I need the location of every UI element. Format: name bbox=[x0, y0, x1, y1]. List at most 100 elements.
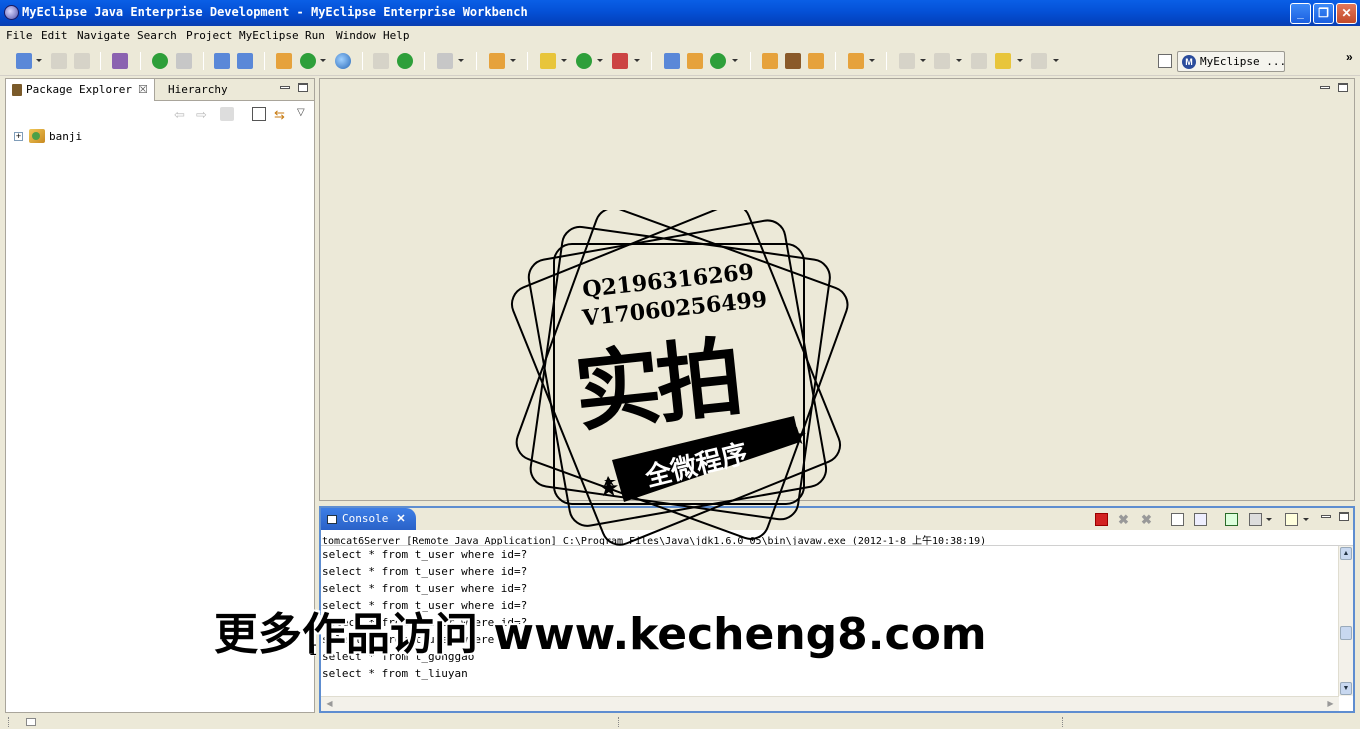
back-dropdown-arrow-icon[interactable] bbox=[1017, 59, 1023, 62]
console-horizontal-scrollbar[interactable]: ◀ ▶ bbox=[321, 696, 1339, 711]
add-icon[interactable] bbox=[397, 53, 413, 69]
open-type-icon[interactable] bbox=[489, 53, 505, 69]
server-icon[interactable] bbox=[176, 53, 192, 69]
terminate-icon[interactable] bbox=[1095, 513, 1108, 526]
menu-navigate[interactable]: Navigate bbox=[77, 29, 130, 42]
external-tools-icon[interactable] bbox=[612, 53, 628, 69]
toolbar-overflow-chevron-icon[interactable]: » bbox=[1346, 50, 1353, 64]
new-java-project-icon[interactable] bbox=[664, 53, 680, 69]
menu-run[interactable]: Run bbox=[305, 29, 325, 42]
perspective-switcher[interactable]: M MyEclipse ... bbox=[1177, 51, 1286, 72]
forward-icon[interactable] bbox=[373, 53, 389, 69]
scroll-lock-icon[interactable] bbox=[1194, 513, 1207, 526]
fast-view-icon[interactable] bbox=[26, 718, 36, 726]
link-with-editor-icon[interactable]: ⇆ bbox=[274, 107, 288, 122]
tab-label: Hierarchy bbox=[168, 83, 228, 96]
menu-window[interactable]: Window bbox=[336, 29, 376, 42]
deploy-icon[interactable] bbox=[152, 53, 168, 69]
db-browser-icon[interactable] bbox=[237, 53, 253, 69]
minimize-console-icon[interactable] bbox=[1321, 515, 1331, 518]
save-icon[interactable] bbox=[51, 53, 67, 69]
forward-icon[interactable]: ⇨ bbox=[196, 107, 210, 122]
open-task-icon[interactable] bbox=[762, 53, 778, 69]
new-dropdown-arrow-icon[interactable] bbox=[36, 59, 42, 62]
toolbar-separator bbox=[203, 52, 204, 70]
scroll-right-icon[interactable]: ▶ bbox=[1324, 698, 1337, 710]
debug-dropdown-arrow-icon[interactable] bbox=[561, 59, 567, 62]
next-annotation-icon[interactable] bbox=[899, 53, 915, 69]
menu-file[interactable]: File bbox=[6, 29, 33, 42]
remove-launch-icon[interactable]: ✖ bbox=[1118, 513, 1131, 526]
open-console-dropdown-arrow-icon[interactable] bbox=[1303, 518, 1309, 521]
menu-myeclipse[interactable]: MyEclipse bbox=[239, 29, 299, 42]
tab-package-explorer[interactable]: Package Explorer ☒ bbox=[6, 79, 155, 101]
prev-annotation-icon[interactable] bbox=[934, 53, 950, 69]
open-console-icon[interactable] bbox=[1285, 513, 1298, 526]
back-arrow-icon[interactable] bbox=[995, 53, 1011, 69]
hammer-icon[interactable] bbox=[785, 53, 801, 69]
run-dropdown-arrow-icon[interactable] bbox=[597, 59, 603, 62]
expand-icon[interactable]: + bbox=[14, 131, 23, 141]
console-line: select * from t_user where id=? bbox=[322, 633, 528, 646]
package-icon[interactable] bbox=[112, 53, 128, 69]
status-separator bbox=[8, 717, 11, 727]
console-vertical-scrollbar[interactable]: ▲ ▼ bbox=[1338, 546, 1353, 696]
open-type-dropdown-arrow-icon[interactable] bbox=[510, 59, 516, 62]
run-server-icon[interactable] bbox=[300, 53, 316, 69]
last-edit-icon[interactable] bbox=[971, 53, 987, 69]
view-menu-icon[interactable]: ▽ bbox=[297, 107, 311, 121]
monitor-dropdown-arrow-icon[interactable] bbox=[458, 59, 464, 62]
external-tools-dropdown-arrow-icon[interactable] bbox=[634, 59, 640, 62]
new-class-dropdown-arrow-icon[interactable] bbox=[732, 59, 738, 62]
tab-close-icon[interactable]: ✕ bbox=[396, 512, 405, 525]
back-icon[interactable]: ⇦ bbox=[174, 107, 188, 122]
debug-icon[interactable] bbox=[540, 53, 556, 69]
scroll-down-icon[interactable]: ▼ bbox=[1340, 682, 1352, 695]
scroll-up-icon[interactable]: ▲ bbox=[1340, 547, 1352, 560]
menu-edit[interactable]: Edit bbox=[41, 29, 68, 42]
remove-all-terminated-icon[interactable]: ✖ bbox=[1141, 513, 1154, 526]
new-wizard-icon[interactable] bbox=[16, 53, 32, 69]
web-browser-icon[interactable] bbox=[335, 53, 351, 69]
display-console-dropdown-arrow-icon[interactable] bbox=[1266, 518, 1272, 521]
tab-close-icon[interactable]: ☒ bbox=[138, 83, 148, 96]
web-project-icon[interactable] bbox=[276, 53, 292, 69]
run-icon[interactable] bbox=[576, 53, 592, 69]
search-dropdown-arrow-icon[interactable] bbox=[869, 59, 875, 62]
maximize-button[interactable]: ❐ bbox=[1313, 3, 1334, 24]
minimize-button[interactable]: _ bbox=[1290, 3, 1311, 24]
new-class-icon[interactable] bbox=[710, 53, 726, 69]
collapse-all-icon[interactable] bbox=[252, 107, 266, 121]
new-package-icon[interactable] bbox=[687, 53, 703, 69]
maximize-console-icon[interactable] bbox=[1339, 512, 1349, 521]
display-selected-console-icon[interactable] bbox=[1249, 513, 1262, 526]
prev-annotation-dropdown-arrow-icon[interactable] bbox=[956, 59, 962, 62]
menu-search[interactable]: Search bbox=[137, 29, 177, 42]
scrollbar-thumb[interactable] bbox=[1340, 626, 1352, 640]
minimize-editor-icon[interactable] bbox=[1320, 86, 1330, 89]
up-icon[interactable] bbox=[220, 107, 234, 121]
print-icon[interactable] bbox=[74, 53, 90, 69]
maximize-editor-icon[interactable] bbox=[1338, 83, 1348, 92]
maximize-view-icon[interactable] bbox=[298, 83, 308, 92]
next-annotation-dropdown-arrow-icon[interactable] bbox=[920, 59, 926, 62]
pin-console-icon[interactable] bbox=[1225, 513, 1238, 526]
tree-item-banji[interactable]: + banji bbox=[14, 129, 82, 145]
clear-console-icon[interactable] bbox=[1171, 513, 1184, 526]
monitor-icon[interactable] bbox=[437, 53, 453, 69]
open-perspective-icon[interactable] bbox=[1158, 54, 1172, 68]
menu-project[interactable]: Project bbox=[186, 29, 232, 42]
menu-help[interactable]: Help bbox=[383, 29, 410, 42]
forward-dropdown-arrow-icon[interactable] bbox=[1053, 59, 1059, 62]
minimize-view-icon[interactable] bbox=[280, 86, 290, 89]
server-dropdown-arrow-icon[interactable] bbox=[320, 59, 326, 62]
uml-icon[interactable] bbox=[214, 53, 230, 69]
search-icon[interactable] bbox=[848, 53, 864, 69]
open-folder-icon[interactable] bbox=[808, 53, 824, 69]
console-output[interactable]: select * from t_user where id=? select *… bbox=[321, 546, 1339, 696]
close-button[interactable]: ✕ bbox=[1336, 3, 1357, 24]
forward-arrow-icon[interactable] bbox=[1031, 53, 1047, 69]
tab-hierarchy[interactable]: Hierarchy bbox=[162, 79, 234, 101]
tab-console[interactable]: Console ✕ bbox=[321, 508, 416, 530]
scroll-left-icon[interactable]: ◀ bbox=[323, 698, 336, 710]
